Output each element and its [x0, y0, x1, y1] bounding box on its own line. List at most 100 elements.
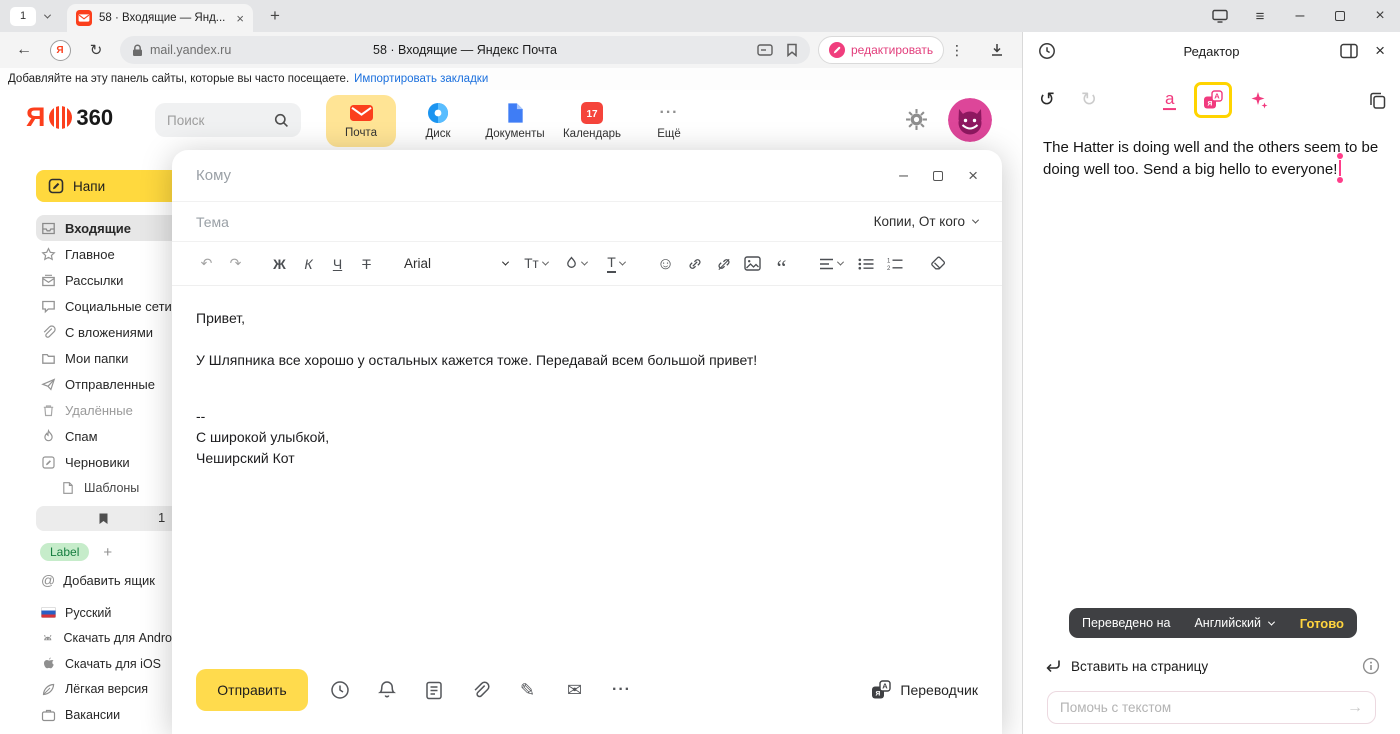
- new-tab-button[interactable]: +: [265, 6, 285, 26]
- message-body[interactable]: Привет, У Шляпника все хорошо у остальны…: [172, 286, 1002, 491]
- redo-button[interactable]: ↷: [221, 249, 250, 278]
- insert-on-page-button[interactable]: Вставить на страницу: [1045, 654, 1380, 678]
- lock-icon[interactable]: [132, 44, 143, 57]
- service-more[interactable]: ··· Ещё: [634, 95, 704, 147]
- unlink-button[interactable]: [709, 249, 738, 278]
- sidebar-item-attachments[interactable]: С вложениями: [36, 319, 172, 345]
- send-button[interactable]: Отправить: [196, 669, 308, 711]
- service-mail[interactable]: Почта: [326, 95, 396, 147]
- translate-button-selected[interactable]: я A: [1194, 82, 1232, 118]
- service-disk[interactable]: Диск: [403, 95, 473, 147]
- pinned-row[interactable]: 1: [36, 506, 172, 531]
- add-mailbox-button[interactable]: @ Добавить ящик: [36, 572, 172, 588]
- search-input[interactable]: [167, 113, 274, 128]
- font-size-select[interactable]: Тт: [516, 256, 556, 271]
- submit-arrow-icon[interactable]: →: [1347, 699, 1363, 717]
- compose-restore-icon[interactable]: [933, 171, 943, 181]
- refresh-button[interactable]: ↻: [80, 32, 112, 68]
- quote-button[interactable]: “: [767, 249, 796, 278]
- tab-counter-button[interactable]: 1: [10, 7, 36, 26]
- user-avatar[interactable]: [948, 98, 992, 142]
- prompt-input[interactable]: [1060, 700, 1347, 715]
- extension-menu-icon[interactable]: ⋮: [948, 32, 966, 68]
- sidebar-item-sent[interactable]: Отправленные: [36, 371, 172, 397]
- done-button[interactable]: Готово: [1300, 616, 1344, 631]
- window-minimize-button[interactable]: –: [1280, 0, 1320, 32]
- signature-button[interactable]: ✎: [504, 681, 551, 699]
- android-download-link[interactable]: Скачать для Andro: [36, 626, 172, 652]
- panel-close-icon[interactable]: ×: [1375, 41, 1385, 61]
- underline-button[interactable]: Ч: [323, 249, 352, 278]
- emoji-button[interactable]: ☺: [651, 249, 680, 278]
- search-box[interactable]: [155, 103, 301, 137]
- more-options-button[interactable]: ···: [598, 681, 645, 699]
- back-button[interactable]: ←: [8, 32, 40, 68]
- downloads-icon[interactable]: [980, 32, 1014, 68]
- compose-minimize-icon[interactable]: –: [899, 167, 908, 185]
- add-label-button[interactable]: +: [103, 544, 112, 561]
- jobs-link[interactable]: Вакансии: [36, 702, 172, 728]
- browser-menu-icon[interactable]: ≡: [1240, 0, 1280, 32]
- copy-to-self-button[interactable]: ✉: [551, 681, 598, 699]
- sidebar-item-spam[interactable]: Спам: [36, 423, 172, 449]
- font-family-select[interactable]: Arial: [404, 256, 508, 271]
- highlight-color-button[interactable]: [556, 256, 596, 271]
- yandex360-logo[interactable]: Я 360: [26, 104, 113, 131]
- window-close-button[interactable]: ×: [1360, 0, 1400, 32]
- info-icon[interactable]: [1362, 657, 1380, 675]
- numbered-list-button[interactable]: 12: [880, 249, 909, 278]
- editor-extension-button[interactable]: редактировать: [818, 36, 944, 64]
- sidebar-item-templates[interactable]: Шаблоны: [36, 475, 172, 501]
- undo-button[interactable]: ↶: [192, 249, 221, 278]
- schedule-send-button[interactable]: [316, 680, 363, 700]
- sidebar-item-drafts[interactable]: Черновики: [36, 449, 172, 475]
- reader-mode-icon[interactable]: [757, 44, 773, 56]
- browser-tab[interactable]: 58 · Входящие — Янд... ×: [67, 4, 253, 32]
- devices-icon[interactable]: [1200, 0, 1240, 32]
- search-icon[interactable]: [274, 113, 289, 128]
- translator-button[interactable]: я A Переводчик: [871, 680, 978, 700]
- sidebar-item-inbox[interactable]: Входящие: [36, 215, 172, 241]
- history-icon[interactable]: [1038, 42, 1056, 60]
- panel-redo-button[interactable]: ↻: [1081, 89, 1097, 112]
- copy-button[interactable]: [1369, 91, 1386, 109]
- bold-button[interactable]: Ж: [265, 249, 294, 278]
- panel-undo-button[interactable]: ↺: [1039, 89, 1055, 112]
- language-link[interactable]: Русский: [36, 600, 172, 626]
- tab-close-icon[interactable]: ×: [236, 11, 244, 26]
- settings-gear-icon[interactable]: [905, 108, 928, 131]
- subject-field[interactable]: Тема Копии, От кого: [172, 202, 1002, 242]
- yandex-search-button[interactable]: Я: [44, 32, 76, 68]
- bookmark-flag-icon[interactable]: [786, 43, 798, 57]
- checklist-button[interactable]: [410, 681, 457, 700]
- align-button[interactable]: [811, 258, 851, 270]
- label-tag[interactable]: Label: [40, 543, 89, 561]
- address-bar[interactable]: mail.yandex.ru 58 · Входящие — Яндекс По…: [120, 36, 810, 64]
- prompt-input-box[interactable]: →: [1047, 691, 1376, 724]
- text-color-button[interactable]: Т: [596, 254, 636, 272]
- language-select[interactable]: Английский: [1194, 616, 1273, 630]
- sidebar-item-mailings[interactable]: Рассылки: [36, 267, 172, 293]
- ios-download-link[interactable]: Скачать для iOS: [36, 651, 172, 677]
- sidebar-item-main[interactable]: Главное: [36, 241, 172, 267]
- strikethrough-button[interactable]: Т: [352, 249, 381, 278]
- attach-file-button[interactable]: [457, 681, 504, 700]
- import-bookmarks-link[interactable]: Импортировать закладки: [354, 73, 488, 85]
- compose-close-icon[interactable]: ×: [968, 166, 978, 186]
- open-in-window-icon[interactable]: [1340, 43, 1358, 59]
- cc-from-toggle[interactable]: Копии, От кого: [874, 214, 978, 229]
- compose-button[interactable]: Напи: [36, 170, 172, 202]
- translated-text[interactable]: The Hatter is doing well and the others …: [1043, 137, 1393, 181]
- sidebar-item-my-folders[interactable]: Мои папки: [36, 345, 172, 371]
- tabs-chevron-down-icon[interactable]: [44, 11, 51, 18]
- bullet-list-button[interactable]: [851, 249, 880, 278]
- italic-button[interactable]: К: [294, 249, 323, 278]
- sidebar-item-social[interactable]: Социальные сети: [36, 293, 172, 319]
- clear-format-button[interactable]: [924, 249, 953, 278]
- link-button[interactable]: [680, 249, 709, 278]
- improve-text-button[interactable]: [1249, 90, 1269, 110]
- service-docs[interactable]: Документы: [480, 95, 550, 147]
- spelling-button[interactable]: a: [1163, 90, 1176, 110]
- sidebar-item-trash[interactable]: Удалённые: [36, 397, 172, 423]
- service-calendar[interactable]: 17 Календарь: [557, 95, 627, 147]
